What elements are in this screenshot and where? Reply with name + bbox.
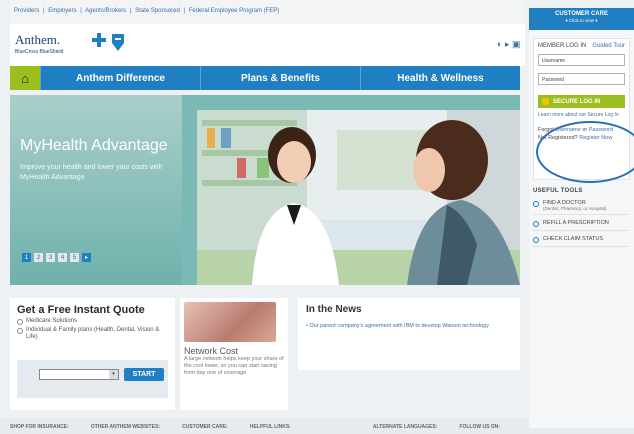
radio-icon[interactable]	[17, 319, 23, 325]
accessibility-icons[interactable]: ◐ ▸ ▣	[497, 39, 520, 50]
footer-helpful-links[interactable]: HELPFUL LINKS:	[250, 424, 291, 434]
separator: |	[43, 8, 45, 14]
pharmacy-photo	[197, 110, 520, 285]
tool-label: FIND A DOCTOR (Dentist, Pharmacy, or Hosp…	[543, 200, 607, 211]
radio-icon[interactable]	[17, 328, 23, 334]
circle-icon	[533, 237, 539, 243]
home-icon[interactable]: ⌂	[10, 66, 40, 90]
quote-title: Get a Free Instant Quote	[17, 304, 145, 316]
nav-plans-benefits[interactable]: Plans & Benefits	[200, 66, 360, 90]
news-panel: In the News • Our parent company's agree…	[298, 298, 520, 370]
password-field[interactable]: Password	[538, 73, 625, 85]
username-field[interactable]: Username	[538, 54, 625, 66]
main-nav: ⌂ Anthem Difference Plans & Benefits Hea…	[10, 66, 520, 90]
news-title: In the News	[306, 304, 362, 315]
quote-form-row: ▾ START	[17, 360, 168, 398]
footer-alternate-languages[interactable]: ALTERNATE LANGUAGES:	[373, 424, 438, 434]
link-employers[interactable]: Employers	[48, 8, 76, 14]
lock-icon	[542, 98, 549, 105]
secure-login-label: SECURE LOG IN	[553, 98, 601, 105]
slide-1-button[interactable]: 1	[22, 253, 31, 262]
login-header: MEMBER LOG IN Guided Tour	[538, 43, 625, 49]
state-select[interactable]: ▾	[39, 369, 119, 380]
footer-other-websites[interactable]: OTHER ANTHEM WEBSITES:	[91, 424, 160, 434]
network-text: A large network helps keep your share of…	[184, 356, 284, 376]
footer-shop-insurance[interactable]: SHOP FOR INSURANCE:	[10, 424, 69, 434]
circle-icon	[533, 201, 539, 207]
hero-subtitle: Improve your health and lower your costs…	[20, 164, 163, 181]
guided-tour-link[interactable]: Guided Tour	[592, 43, 625, 49]
slide-3-button[interactable]: 3	[46, 253, 55, 262]
circle-icon	[533, 221, 539, 227]
anthem-logo[interactable]: Anthem. BlueCross BlueShield	[15, 32, 63, 55]
customer-care-button[interactable]: CUSTOMER CARE ▾ Click to view ▾	[529, 8, 634, 30]
tool-refill-prescription[interactable]: REFILL A PRESCRIPTION	[533, 220, 630, 231]
site-header: Anthem. BlueCross BlueShield ◐ ▸ ▣	[10, 24, 525, 66]
news-item-link[interactable]: • Our parent company's agreement with IB…	[306, 323, 512, 330]
next-slide-icon[interactable]: ▸	[82, 253, 91, 262]
option-label: Medicare Solutions	[26, 318, 78, 324]
cross-shield-icon	[92, 33, 124, 51]
link-state-sponsored[interactable]: State Sponsored	[135, 8, 180, 14]
link-agents-brokers[interactable]: Agents/Brokers	[85, 8, 126, 14]
link-providers[interactable]: Providers	[14, 8, 39, 14]
highlight-oval	[536, 121, 634, 183]
tool-label: CHECK CLAIM STATUS	[543, 236, 603, 242]
customer-care-sub: ▾ Click to view ▾	[565, 18, 598, 23]
carousel-pager: 1 2 3 4 5 ▸	[22, 253, 91, 262]
network-cost-card[interactable]: Network Cost A large network helps keep …	[180, 298, 288, 410]
option-medicare[interactable]: Medicare Solutions	[17, 318, 168, 325]
nav-anthem-difference[interactable]: Anthem Difference	[40, 66, 200, 90]
learn-more-link[interactable]: Learn more about our Secure Log In	[538, 112, 625, 118]
page: Providers | Employers | Agents/Brokers |…	[0, 0, 634, 434]
tool-label: REFILL A PRESCRIPTION	[543, 220, 609, 226]
separator: |	[129, 8, 132, 14]
start-button[interactable]: START	[124, 368, 164, 381]
chevron-down-icon: ▾	[109, 370, 118, 379]
login-title: MEMBER LOG IN	[538, 43, 587, 49]
footer-customer-care[interactable]: CUSTOMER CARE:	[182, 424, 228, 434]
network-title: Network Cost	[184, 346, 239, 356]
brand-name: Anthem.	[15, 32, 61, 47]
customer-care-title: CUSTOMER CARE	[555, 11, 608, 17]
useful-tools: USEFUL TOOLS FIND A DOCTOR (Dentist, Phar…	[533, 188, 630, 247]
hero-banner[interactable]: MyHealth Advantage Improve your health a…	[10, 95, 520, 285]
separator: |	[183, 8, 186, 14]
nav-health-wellness[interactable]: Health & Wellness	[360, 66, 520, 90]
tools-title: USEFUL TOOLS	[533, 188, 583, 194]
hero-title: MyHealth Advantage	[20, 137, 168, 154]
secure-login-button[interactable]: SECURE LOG IN	[538, 95, 625, 108]
option-label: Individual & Family plans (Health, Denta…	[26, 327, 160, 340]
separator: |	[80, 8, 82, 14]
instant-quote-panel: Get a Free Instant Quote Medicare Soluti…	[10, 298, 175, 410]
right-sidebar: CUSTOMER CARE ▾ Click to view ▾ MEMBER L…	[529, 8, 634, 428]
footer-follow-us[interactable]: FOLLOW US ON:	[459, 424, 500, 434]
slide-2-button[interactable]: 2	[34, 253, 43, 262]
audience-links-bar: Providers | Employers | Agents/Brokers |…	[10, 0, 525, 24]
tool-find-doctor[interactable]: FIND A DOCTOR (Dentist, Pharmacy, or Hosp…	[533, 200, 630, 215]
hands-photo	[184, 302, 276, 342]
option-individual-family[interactable]: Individual & Family plans (Health, Denta…	[17, 327, 168, 341]
link-federal-employee-program[interactable]: Federal Employee Program (FEP)	[189, 8, 280, 14]
brand-tagline: BlueCross BlueShield	[15, 49, 64, 55]
slide-4-button[interactable]: 4	[58, 253, 67, 262]
slide-5-button[interactable]: 5	[70, 253, 79, 262]
tool-check-claim-status[interactable]: CHECK CLAIM STATUS	[533, 236, 630, 247]
